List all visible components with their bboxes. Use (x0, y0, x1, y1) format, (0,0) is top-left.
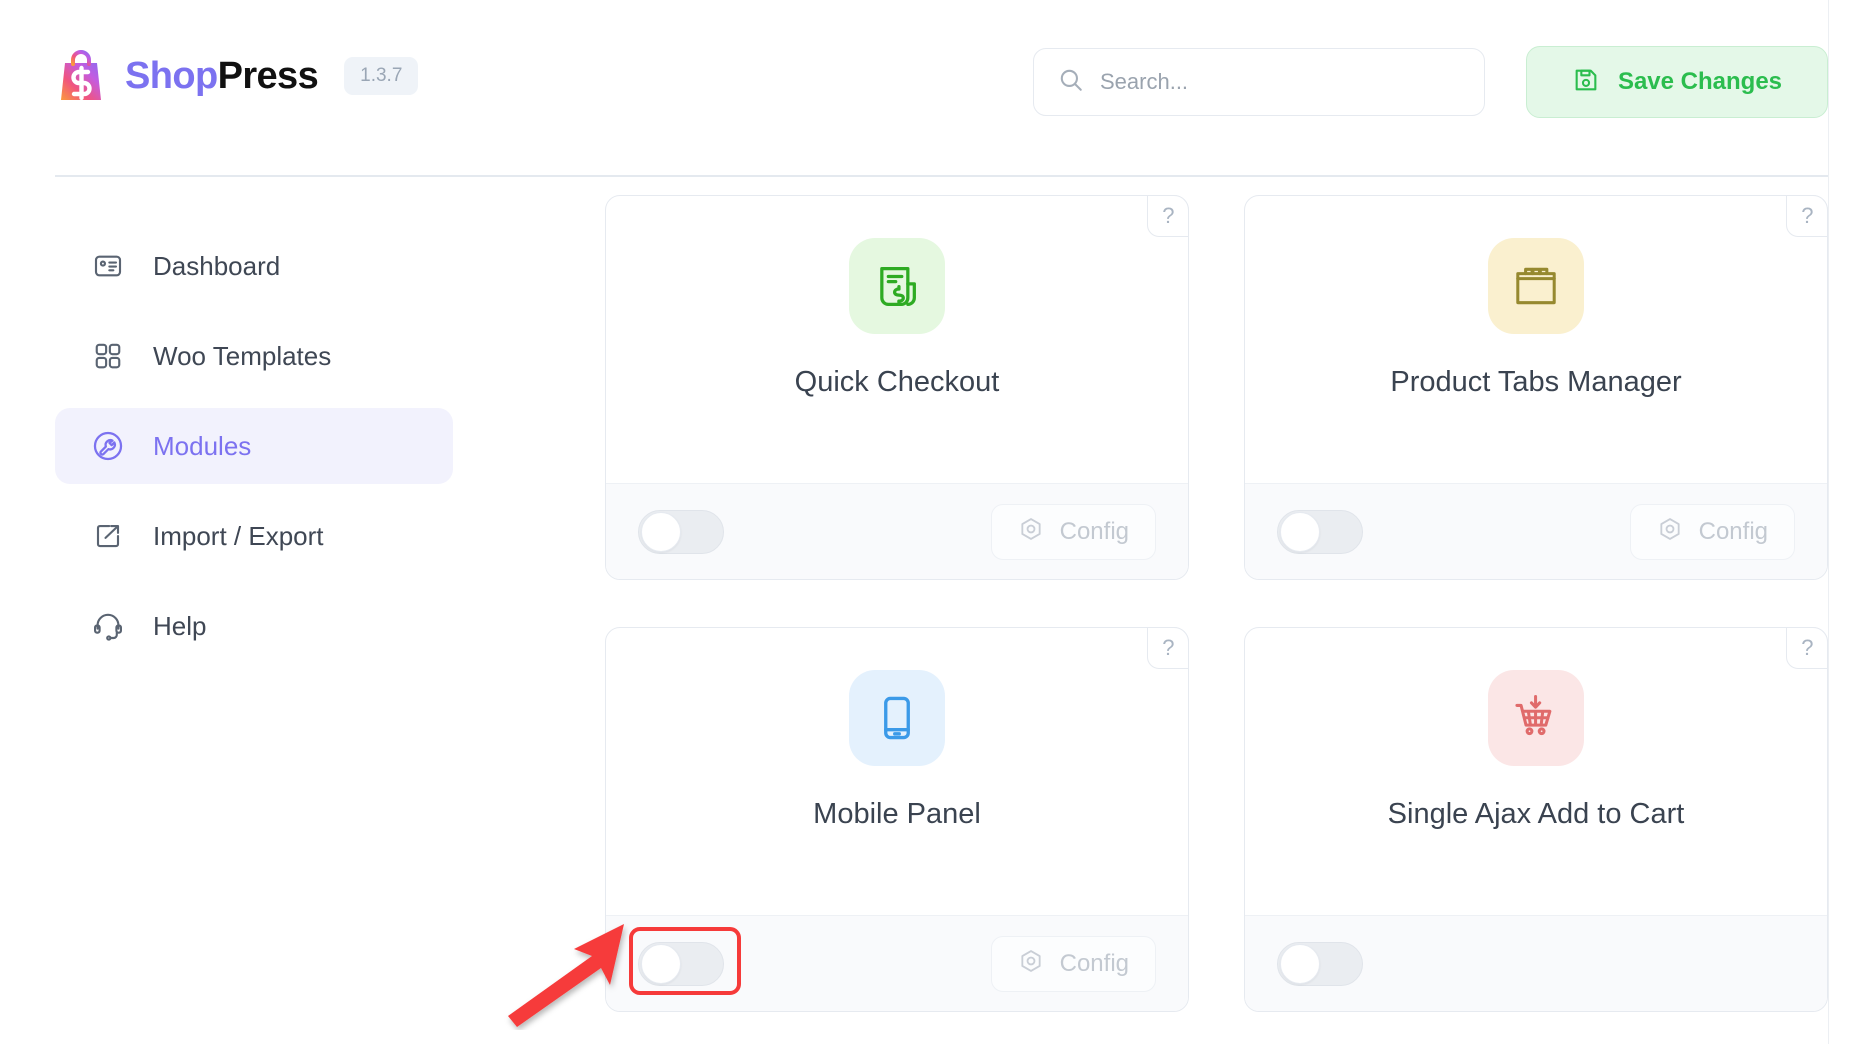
toggle-knob (1280, 943, 1320, 984)
help-badge-icon[interactable]: ? (1147, 626, 1190, 669)
hexagon-settings-icon (1018, 516, 1044, 547)
save-floppy-icon (1572, 66, 1600, 99)
folder-tabs-icon (1488, 238, 1584, 334)
module-card-product-tabs-manager[interactable]: ? Product Tabs Manager Config (1244, 194, 1829, 580)
brand-name-shop: Shop (125, 55, 218, 97)
wrench-circle-icon (91, 429, 125, 463)
header-divider (55, 175, 1828, 177)
sidebar: Dashboard Woo Templates Modules Import /… (55, 228, 453, 678)
sidebar-item-label: Modules (153, 431, 252, 461)
module-card-quick-checkout[interactable]: ? Quick Checkout Config (605, 194, 1190, 580)
config-button[interactable]: Config (990, 935, 1156, 992)
config-button[interactable]: Config (1629, 503, 1795, 560)
module-title: Quick Checkout (794, 366, 1000, 398)
card-body: Quick Checkout (606, 196, 1188, 483)
help-badge-icon[interactable]: ? (1786, 626, 1829, 669)
card-body: Single Ajax Add to Cart (1245, 628, 1827, 915)
card-footer (1245, 915, 1827, 1011)
app-root: ShopPress 1.3.7 Search... Save Changes D… (0, 0, 1869, 1044)
sidebar-item-label: Woo Templates (153, 341, 332, 371)
search-icon (1058, 67, 1084, 98)
sidebar-item-label: Import / Export (153, 521, 324, 551)
sidebar-item-modules[interactable]: Modules (55, 408, 453, 484)
sidebar-item-import-export[interactable]: Import / Export (55, 498, 453, 574)
module-card-single-ajax-add-to-cart[interactable]: ? Single Ajax Add to Cart (1244, 626, 1829, 1012)
card-footer: Config (1245, 483, 1827, 579)
brand-name-press: Press (217, 55, 319, 97)
module-toggle[interactable] (638, 509, 724, 554)
toggle-knob (641, 943, 681, 984)
sidebar-item-dashboard[interactable]: Dashboard (55, 228, 453, 304)
sidebar-item-woo-templates[interactable]: Woo Templates (55, 318, 453, 394)
search-input[interactable]: Search... (1033, 48, 1485, 116)
dashboard-card-icon (91, 249, 125, 283)
mobile-phone-icon (849, 670, 945, 766)
config-label: Config (1059, 517, 1129, 545)
footer-spacer (1794, 963, 1795, 964)
config-button[interactable]: Config (990, 503, 1156, 560)
module-toggle[interactable] (1277, 509, 1363, 554)
module-card-mobile-panel[interactable]: ? Mobile Panel Config (605, 626, 1190, 1012)
receipt-dollar-icon (849, 238, 945, 334)
hexagon-settings-icon (1018, 948, 1044, 979)
grid-squares-icon (91, 339, 125, 373)
hexagon-settings-icon (1657, 516, 1683, 547)
sidebar-item-label: Help (153, 611, 207, 641)
sidebar-item-label: Dashboard (153, 251, 281, 281)
search-placeholder: Search... (1100, 69, 1189, 94)
module-title: Product Tabs Manager (1390, 366, 1682, 398)
modules-grid: ? Quick Checkout Config ? Product Tabs M… (605, 194, 1829, 1012)
module-title: Single Ajax Add to Cart (1387, 798, 1685, 830)
help-badge-icon[interactable]: ? (1147, 194, 1190, 237)
page-right-edge (1828, 0, 1829, 1044)
save-changes-button[interactable]: Save Changes (1526, 46, 1828, 118)
headset-icon (91, 609, 125, 643)
toggle-knob (1280, 511, 1320, 552)
config-label: Config (1698, 517, 1768, 545)
module-toggle[interactable] (1277, 941, 1363, 986)
brand: ShopPress 1.3.7 (55, 48, 419, 104)
help-badge-icon[interactable]: ? (1786, 194, 1829, 237)
save-changes-label: Save Changes (1617, 68, 1783, 95)
version-badge: 1.3.7 (344, 57, 419, 95)
module-title: Mobile Panel (813, 798, 981, 830)
card-footer: Config (606, 915, 1188, 1011)
card-body: Product Tabs Manager (1245, 196, 1827, 483)
toggle-knob (641, 511, 681, 552)
shopping-bag-logo-icon (55, 48, 107, 104)
card-body: Mobile Panel (606, 628, 1188, 915)
cart-down-arrow-icon (1488, 670, 1584, 766)
mobile-panel-toggle[interactable] (638, 941, 724, 986)
export-arrow-icon (91, 519, 125, 553)
sidebar-item-help[interactable]: Help (55, 588, 453, 664)
card-footer: Config (606, 483, 1188, 579)
brand-name: ShopPress (125, 55, 319, 97)
config-label: Config (1059, 949, 1129, 977)
app-header: ShopPress 1.3.7 Search... Save Changes (0, 0, 1828, 177)
